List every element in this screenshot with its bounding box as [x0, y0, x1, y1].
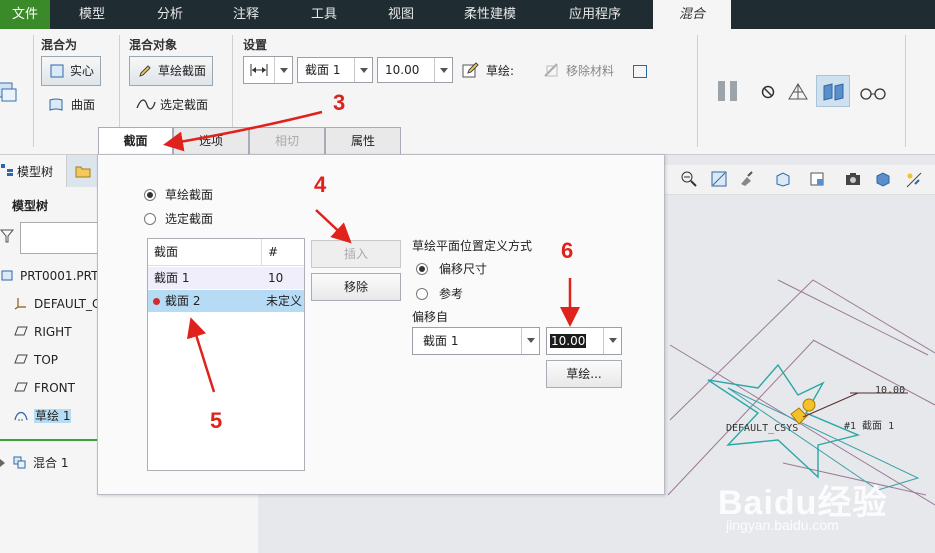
- annotation-overlay: [163, 110, 580, 393]
- annotation-number: 6: [561, 238, 574, 263]
- annotation-arrow: [315, 209, 352, 244]
- annotation-number: 3: [333, 90, 346, 115]
- annotation-number: 5: [210, 408, 223, 433]
- annotation-arrow: [186, 317, 216, 393]
- annotation-number: 4: [314, 172, 327, 197]
- annotation-arrow: [163, 110, 323, 152]
